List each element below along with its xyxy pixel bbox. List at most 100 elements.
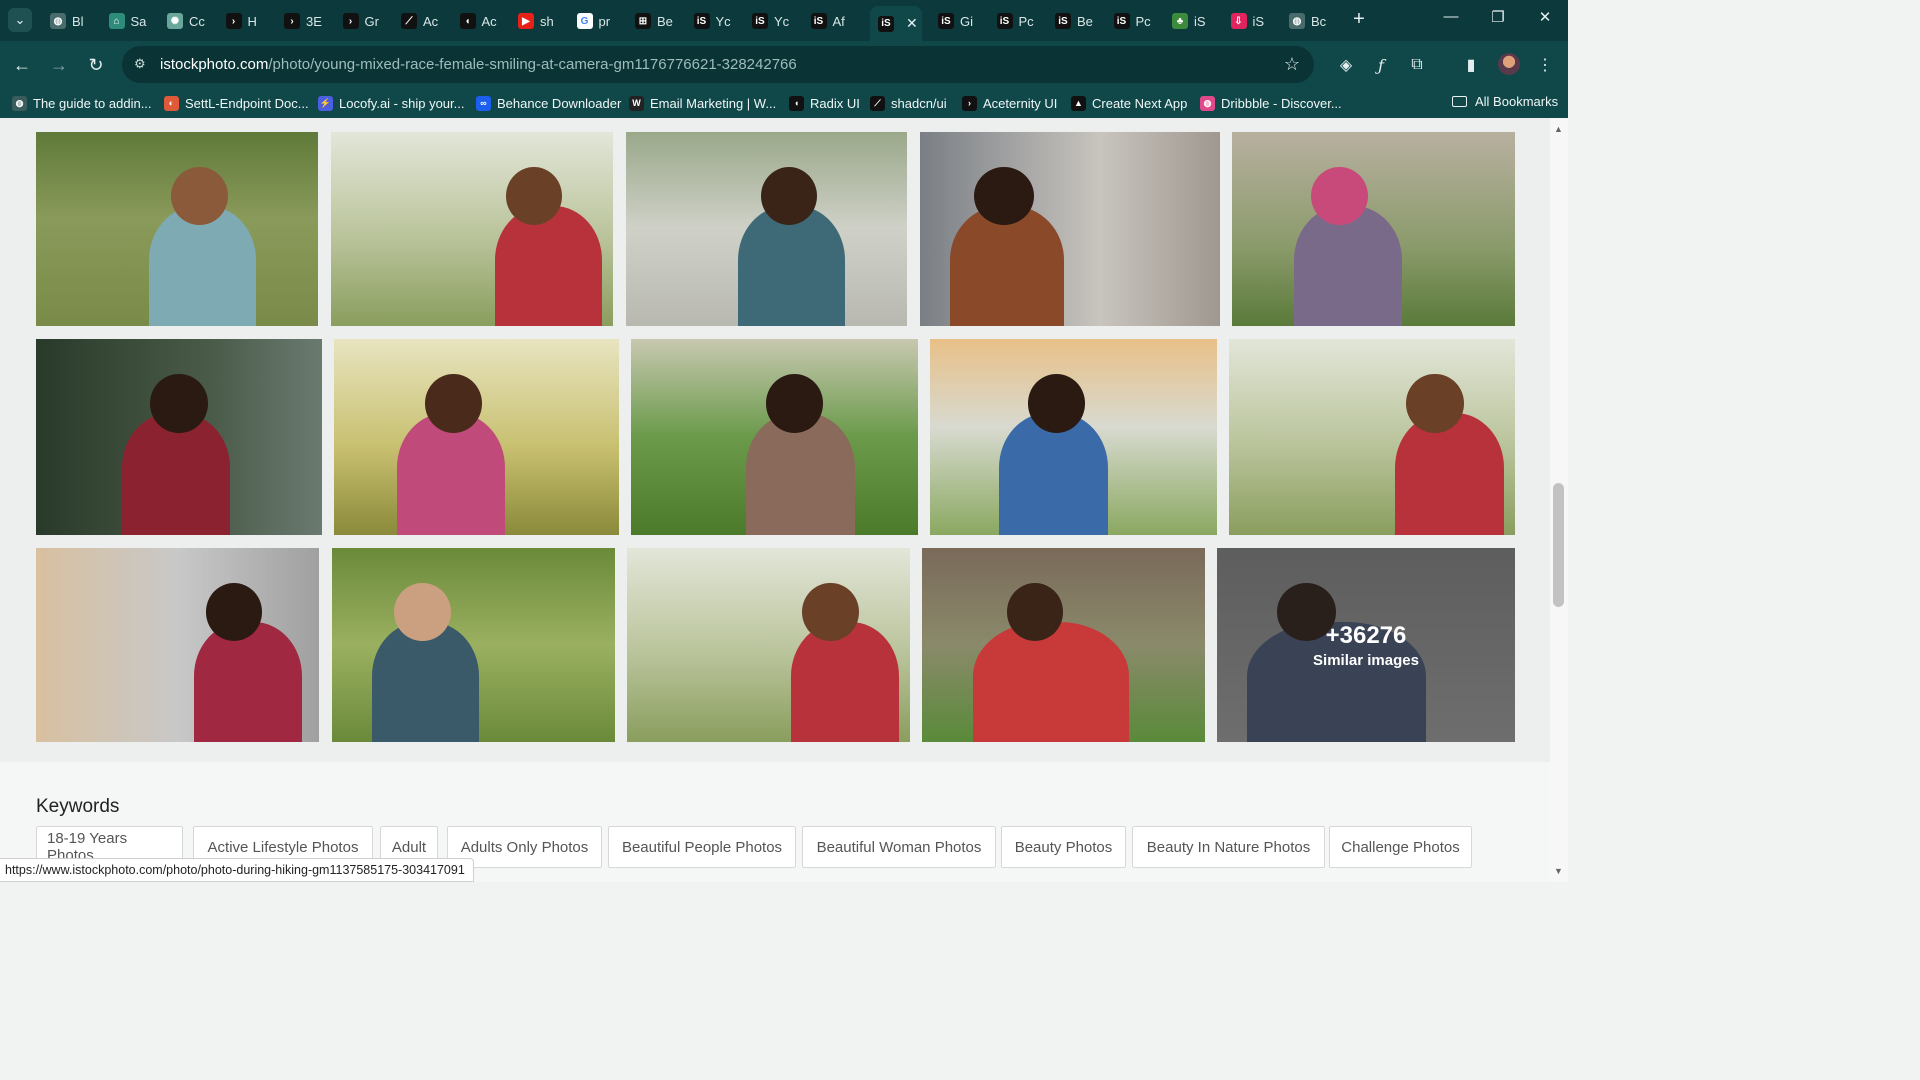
prompt-icon: › — [962, 95, 977, 111]
url-path: /photo/young-mixed-race-female-smiling-a… — [268, 56, 797, 73]
image-thumbnail[interactable] — [36, 548, 319, 742]
back-button[interactable]: ← — [10, 53, 34, 77]
image-thumbnail[interactable] — [627, 548, 910, 742]
tab-title: Pc — [1135, 13, 1151, 29]
istock-icon: iS — [693, 13, 710, 29]
more-similar-images-tile[interactable]: +36276 Similar images — [1217, 548, 1515, 742]
browser-tab[interactable]: ✺ Cc — [159, 6, 218, 36]
new-tab-button[interactable]: + — [1348, 8, 1370, 31]
tab-search-button[interactable]: ⌄ — [8, 8, 32, 32]
url-text[interactable]: istockphoto.com/photo/young-mixed-race-f… — [160, 56, 797, 73]
dribbble-icon: ◍ — [1200, 95, 1215, 111]
image-thumbnail[interactable] — [334, 339, 619, 535]
bookmark-item[interactable]: ⚡ Locofy.ai - ship your... — [318, 94, 465, 112]
image-thumbnail[interactable] — [36, 339, 322, 535]
more-menu-icon[interactable]: ⋮ — [1533, 53, 1557, 77]
similar-overlay: +36276 Similar images — [1217, 548, 1515, 742]
browser-tab[interactable]: iS Gi — [930, 6, 989, 36]
browser-tab[interactable]: › H — [218, 6, 277, 36]
tab-title: Gi — [960, 13, 973, 29]
bookmark-item[interactable]: ◖ Radix UI — [789, 94, 860, 112]
browser-tab[interactable]: iS Yc — [686, 6, 745, 36]
home-icon: ⌂ — [108, 13, 125, 29]
bookmark-item[interactable]: ∞ Behance Downloader — [476, 94, 621, 112]
browser-tab[interactable]: ▶ sh — [510, 6, 569, 36]
scroll-down-icon[interactable]: ▼ — [1554, 866, 1563, 876]
tab-title: iS — [1194, 13, 1206, 29]
bookmark-label: Create Next App — [1092, 95, 1188, 111]
bookmark-item[interactable]: ◍ The guide to addin... — [12, 94, 152, 112]
browser-tab[interactable]: ⟋ Ac — [393, 6, 452, 36]
keyword-chip[interactable]: Challenge Photos — [1329, 826, 1472, 868]
bookmark-star-icon[interactable]: ☆ — [1284, 54, 1300, 75]
keyword-chip[interactable]: Beauty In Nature Photos — [1132, 826, 1325, 868]
site-info-icon[interactable]: ⚙ — [134, 56, 150, 72]
minimize-button[interactable]: — — [1436, 8, 1466, 25]
close-window-button[interactable]: ✕ — [1530, 8, 1560, 26]
bookmark-label: Radix UI — [810, 95, 860, 111]
image-thumbnail[interactable] — [332, 548, 615, 742]
browser-tab[interactable]: iS Af — [803, 6, 862, 36]
browser-tab[interactable]: ⊞ Be — [627, 6, 686, 36]
browser-tab[interactable]: › 3E — [276, 6, 335, 36]
bookmark-label: Behance Downloader — [497, 95, 622, 111]
image-thumbnail[interactable] — [626, 132, 907, 326]
side-panel-icon[interactable]: ▮ — [1459, 53, 1483, 77]
reload-button[interactable]: ↻ — [84, 53, 108, 77]
image-thumbnail[interactable] — [922, 548, 1205, 742]
globe-icon: ◍ — [50, 13, 66, 29]
image-thumbnail[interactable] — [920, 132, 1220, 326]
profile-avatar[interactable] — [1498, 53, 1520, 75]
all-bookmarks-label: All Bookmarks — [1475, 94, 1559, 109]
browser-tab[interactable]: iS Pc — [1106, 6, 1165, 36]
bookmark-item[interactable]: ⟋ shadcn/ui — [870, 94, 947, 112]
browser-tab[interactable]: ◖ Ac — [452, 6, 511, 36]
browser-tab[interactable]: iS Yc — [744, 6, 803, 36]
browser-tab[interactable]: ◍ Bc — [1281, 6, 1340, 36]
page-scrollbar[interactable]: ▲ ▼ — [1550, 118, 1568, 882]
bookmark-item[interactable]: › Aceternity UI — [962, 94, 1057, 112]
bookmark-item[interactable]: ◍ Dribbble - Discover... — [1200, 94, 1342, 112]
all-bookmarks-button[interactable]: All Bookmarks — [1452, 94, 1558, 109]
tab-title: Be — [657, 13, 673, 29]
close-tab-icon[interactable]: ✕ — [906, 15, 918, 32]
bookmark-label: Aceternity UI — [983, 95, 1058, 111]
browser-tab[interactable]: › Gr — [335, 6, 394, 36]
browser-tab[interactable]: ⇩ iS — [1223, 6, 1282, 36]
image-thumbnail[interactable] — [631, 339, 918, 535]
image-thumbnail[interactable] — [36, 132, 318, 326]
browser-tab[interactable]: ♣ iS — [1164, 6, 1223, 36]
tab-title: sh — [540, 13, 554, 29]
address-bar[interactable]: ⚙ istockphoto.com/photo/young-mixed-race… — [122, 46, 1314, 83]
browser-tab[interactable]: iS Pc — [989, 6, 1048, 36]
istock-icon: iS — [810, 13, 827, 29]
bookmark-item[interactable]: W Email Marketing | W... — [629, 94, 776, 112]
scrollbar-thumb[interactable] — [1553, 483, 1564, 607]
browser-tab[interactable]: ◍ Bl — [42, 6, 101, 36]
image-thumbnail[interactable] — [1232, 132, 1515, 326]
restore-button[interactable]: ❐ — [1483, 8, 1513, 26]
forward-button[interactable]: → — [47, 53, 71, 77]
tab-title: Gr — [364, 13, 379, 29]
browser-toolbar: ← → ↻ ⚙ istockphoto.com/photo/young-mixe… — [0, 41, 1568, 88]
bookmark-item[interactable]: ◐ SettL-Endpoint Doc... — [164, 94, 309, 112]
bookmark-item[interactable]: ▲ Create Next App — [1071, 94, 1187, 112]
browser-tab[interactable]: iS Be — [1047, 6, 1106, 36]
bookmark-label: SettL-Endpoint Doc... — [185, 95, 309, 111]
scroll-up-icon[interactable]: ▲ — [1554, 124, 1563, 134]
extensions-puzzle-icon[interactable]: ⧉ — [1405, 53, 1429, 77]
keyword-chip[interactable]: Beautiful Woman Photos — [802, 826, 996, 868]
image-thumbnail[interactable] — [1229, 339, 1515, 535]
browser-tab[interactable]: ⌂ Sa — [101, 6, 160, 36]
extension-icon[interactable]: ◈ — [1334, 53, 1358, 77]
image-thumbnail[interactable] — [331, 132, 613, 326]
tab-title: Yc — [774, 13, 790, 29]
bookmark-label: Locofy.ai - ship your... — [339, 95, 465, 111]
image-thumbnail[interactable] — [930, 339, 1217, 535]
keyword-chip[interactable]: Beautiful People Photos — [608, 826, 796, 868]
slash-icon: ⟋ — [870, 95, 885, 111]
font-ninja-icon[interactable]: ƒ — [1369, 53, 1393, 77]
keyword-chip[interactable]: Beauty Photos — [1001, 826, 1126, 868]
browser-tab[interactable]: Gpr — [569, 6, 628, 36]
browser-tab[interactable]: iS ✕ — [870, 6, 922, 41]
